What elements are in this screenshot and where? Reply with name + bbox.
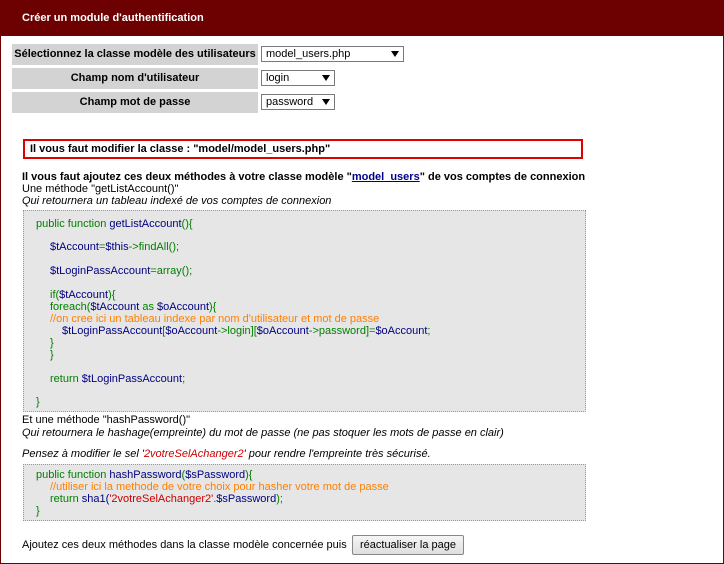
password-label: Champ mot de passe — [12, 92, 258, 113]
method1-desc: Qui retournera un tableau indexé de vos … — [22, 195, 332, 207]
form-row-password: Champ mot de passe password — [12, 92, 432, 113]
model-select[interactable]: model_users.php — [261, 46, 404, 62]
code-line: return sha1('2votreSelAchanger2'.$sPassw… — [50, 493, 283, 505]
page-header: Créer un module d'authentification — [0, 0, 724, 36]
model-label: Sélectionnez la classe modèle des utilis… — [12, 44, 258, 65]
code-comment: //utiliser ici la methode de votre choix… — [50, 481, 389, 493]
intro-line: Il vous faut ajoutez ces deux méthodes à… — [22, 171, 585, 183]
username-label: Champ nom d'utilisateur — [12, 68, 258, 89]
chevron-down-icon — [322, 99, 330, 105]
code-line: } — [36, 505, 40, 517]
refresh-page-button[interactable]: réactualiser la page — [352, 535, 464, 555]
code-line: $tAccount=$this->findAll(); — [50, 241, 180, 253]
method2-title: Et une méthode "hashPassword()" — [22, 414, 191, 426]
form-row-username: Champ nom d'utilisateur login — [12, 68, 432, 89]
warning-text: Il vous faut modifier la classe : "model… — [30, 143, 331, 155]
code-line: } — [50, 349, 54, 361]
code-line: public function getListAccount(){ — [36, 218, 193, 230]
salt-value: 2votreSelAchanger2 — [143, 448, 244, 460]
username-select[interactable]: login — [261, 70, 335, 86]
chevron-down-icon — [322, 75, 330, 81]
code-block-hashpassword: public function hashPassword($sPassword)… — [23, 464, 586, 521]
intro-text-start: Il vous faut ajoutez ces deux méthodes à… — [22, 171, 352, 183]
code-line: $tLoginPassAccount[$oAccount->login][$oA… — [62, 325, 431, 337]
warning-box: Il vous faut modifier la classe : "model… — [23, 139, 583, 159]
code-line: } — [36, 396, 40, 408]
salt-note: Pensez à modifier le sel '2votreSelAchan… — [22, 448, 431, 460]
code-block-getlistaccount: public function getListAccount(){ $tAcco… — [23, 210, 586, 412]
password-select[interactable]: password — [261, 94, 335, 110]
form-row-model: Sélectionnez la classe modèle des utilis… — [12, 44, 432, 65]
code-comment: //on cree ici un tableau indexe par nom … — [50, 313, 380, 325]
model-select-value: model_users.php — [266, 48, 351, 60]
code-line: $tLoginPassAccount=array(); — [50, 265, 193, 277]
password-select-value: password — [266, 96, 314, 108]
model-users-link[interactable]: model_users — [352, 171, 420, 183]
method1-title: Une méthode "getListAccount()" — [22, 183, 179, 195]
code-line: } — [50, 337, 54, 349]
page-title: Créer un module d'authentification — [22, 12, 204, 24]
footer-text: Ajoutez ces deux méthodes dans la classe… — [22, 539, 347, 551]
chevron-down-icon — [391, 51, 399, 57]
username-select-value: login — [266, 72, 290, 84]
code-line: public function hashPassword($sPassword)… — [36, 469, 253, 481]
method2-desc: Qui retournera le hashage(empreinte) du … — [22, 427, 504, 439]
code-line: if($tAccount){ — [50, 289, 116, 301]
code-line: return $tLoginPassAccount; — [50, 373, 186, 385]
intro-text-end: " de vos comptes de connexion — [419, 171, 586, 183]
code-line: foreach($tAccount as $oAccount){ — [50, 301, 217, 313]
